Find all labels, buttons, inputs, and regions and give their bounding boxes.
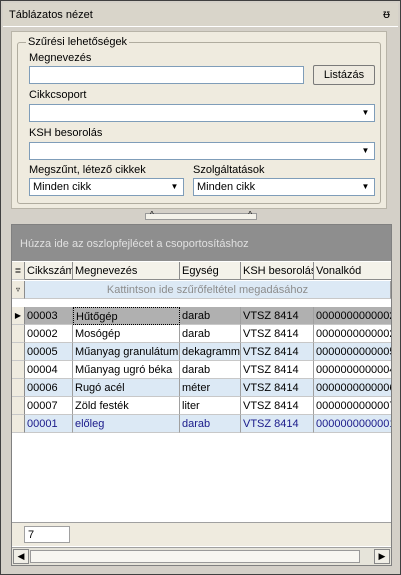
table-cell[interactable]: dekagramm	[180, 343, 241, 361]
discontinued-value: Minden cikk	[33, 181, 92, 193]
row-indicator[interactable]	[12, 343, 25, 361]
table-cell[interactable]: 0000000000005	[314, 343, 391, 361]
table-view-window: Táblázatos nézet ᵿ Szűrési lehetőségek M…	[0, 0, 401, 575]
row-indicator[interactable]	[12, 397, 25, 415]
table-cell[interactable]: Műanyag granulátum	[73, 343, 180, 361]
table-cell[interactable]: 00007	[25, 397, 73, 415]
filter-row[interactable]: ▿ Kattintson ide szűrőfeltétel megadásáh…	[12, 281, 391, 299]
filter-pane: Szűrési lehetőségek Megnevezés Listázás …	[11, 31, 387, 209]
group-by-area[interactable]: Húzza ide az oszlopfejlécet a csoportosí…	[12, 225, 391, 261]
grid-body: ≣ Cikkszám Megnevezés Egység KSH besorol…	[12, 262, 391, 447]
table-cell[interactable]: darab	[180, 307, 241, 325]
ksh-label: KSH besorolás	[29, 127, 103, 139]
pin-icon[interactable]: ᵿ	[383, 7, 390, 21]
chevron-down-icon[interactable]: ▼	[167, 180, 182, 194]
table-cell[interactable]: előleg	[73, 415, 180, 433]
column-chooser-icon[interactable]: ≣	[12, 262, 25, 280]
table-cell[interactable]: darab	[180, 415, 241, 433]
grid-footer: 7	[12, 522, 391, 546]
table-cell[interactable]: 00003	[25, 307, 73, 325]
table-cell[interactable]: darab	[180, 361, 241, 379]
record-count: 7	[24, 526, 70, 543]
table-row[interactable]: 00001 előleg darab VTSZ 8414 0000000000001	[12, 415, 391, 433]
table-cell[interactable]: liter	[180, 397, 241, 415]
chevron-down-icon[interactable]: ▼	[358, 106, 373, 120]
table-row[interactable]: 00006 Rugó acél méter VTSZ 8414 000000000000…	[12, 379, 391, 397]
table-cell[interactable]: VTSZ 8414	[241, 379, 314, 397]
chevron-down-icon[interactable]: ▼	[358, 144, 373, 158]
table-cell[interactable]: VTSZ 8414	[241, 415, 314, 433]
table-cell[interactable]: VTSZ 8414	[241, 343, 314, 361]
horizontal-scrollbar[interactable]: ◀ ▶	[12, 547, 391, 565]
group-by-hint: Húzza ide az oszlopfejlécet a csoportosí…	[20, 238, 249, 250]
table-cell[interactable]: Rugó acél	[73, 379, 180, 397]
name-input[interactable]	[29, 66, 304, 84]
chevron-up-icon[interactable]: ^	[150, 210, 154, 220]
scroll-left-icon[interactable]: ◀	[13, 549, 29, 564]
table-cell[interactable]: 0000000000006	[314, 379, 391, 397]
column-header[interactable]: KSH besorolás	[241, 262, 314, 280]
table-cell[interactable]: méter	[180, 379, 241, 397]
table-cell[interactable]: 00004	[25, 361, 73, 379]
list-button[interactable]: Listázás	[313, 65, 375, 85]
table-cell[interactable]: 00005	[25, 343, 73, 361]
scroll-thumb[interactable]	[30, 550, 360, 563]
scroll-right-icon[interactable]: ▶	[374, 549, 390, 564]
table-row[interactable]: 00002 Mosógép darab VTSZ 8414 0000000000002	[12, 325, 391, 343]
item-group-combo[interactable]: ▼	[29, 104, 375, 122]
row-indicator[interactable]	[12, 361, 25, 379]
table-row[interactable]: ▶ 00003 Hűtőgép darab VTSZ 8414 0000000000002	[12, 307, 391, 325]
row-indicator[interactable]	[12, 379, 25, 397]
table-cell[interactable]: 0000000000007	[314, 397, 391, 415]
table-cell[interactable]: Zöld festék	[73, 397, 180, 415]
table-cell[interactable]: 0000000000001	[314, 415, 391, 433]
filter-group-title: Szűrési lehetőségek	[26, 36, 130, 48]
name-label: Megnevezés	[29, 52, 92, 64]
column-header[interactable]: Vonalkód	[314, 262, 391, 280]
column-header[interactable]: Megnevezés	[73, 262, 180, 280]
table-row[interactable]: 00007 Zöld festék liter VTSZ 8414 0000000000…	[12, 397, 391, 415]
discontinued-combo[interactable]: Minden cikk ▼	[29, 178, 184, 196]
table-cell[interactable]: 00001	[25, 415, 73, 433]
ksh-combo[interactable]: ▼	[29, 142, 375, 160]
table-cell[interactable]: darab	[180, 325, 241, 343]
chevron-up-icon[interactable]: ^	[248, 210, 252, 220]
window-title: Táblázatos nézet	[9, 9, 93, 21]
table-cell[interactable]: 0000000000004	[314, 361, 391, 379]
header-row: ≣ Cikkszám Megnevezés Egység KSH besorol…	[12, 262, 391, 280]
table-cell[interactable]: 0000000000002	[314, 325, 391, 343]
current-row-arrow-icon[interactable]: ▶	[12, 307, 25, 325]
services-label: Szolgáltatások	[193, 164, 265, 176]
table-cell[interactable]: Mosógép	[73, 325, 180, 343]
table-cell[interactable]: Hűtőgép	[73, 307, 180, 325]
row-indicator[interactable]	[12, 415, 25, 433]
discontinued-label: Megszűnt, létező cikkek	[29, 164, 146, 176]
column-header[interactable]: Cikkszám	[25, 262, 73, 280]
table-cell[interactable]: VTSZ 8414	[241, 307, 314, 325]
services-combo[interactable]: Minden cikk ▼	[193, 178, 375, 196]
column-header[interactable]: Egység	[180, 262, 241, 280]
chevron-down-icon[interactable]: ▼	[358, 180, 373, 194]
table-row[interactable]: 00004 Műanyag ugró béka darab VTSZ 8414 0000…	[12, 361, 391, 379]
table-cell[interactable]: Műanyag ugró béka	[73, 361, 180, 379]
services-value: Minden cikk	[197, 181, 256, 193]
table-cell[interactable]: 0000000000002	[314, 307, 391, 325]
filter-row-hint[interactable]: Kattintson ide szűrőfeltétel megadásához	[25, 281, 391, 299]
table-row[interactable]: 00005 Műanyag granulátum dekagramm VTSZ 841…	[12, 343, 391, 361]
table-cell[interactable]: 00002	[25, 325, 73, 343]
table-cell[interactable]: 00006	[25, 379, 73, 397]
table-cell[interactable]: VTSZ 8414	[241, 361, 314, 379]
data-grid: Húzza ide az oszlopfejlécet a csoportosí…	[11, 224, 392, 566]
item-group-label: Cikkcsoport	[29, 89, 87, 101]
title-bar: Táblázatos nézet ᵿ	[3, 3, 398, 27]
row-indicator[interactable]	[12, 325, 25, 343]
collapse-splitter[interactable]: ^ ^	[145, 210, 257, 220]
table-cell[interactable]: VTSZ 8414	[241, 397, 314, 415]
filter-icon: ▿	[12, 281, 25, 299]
table-cell[interactable]: VTSZ 8414	[241, 325, 314, 343]
